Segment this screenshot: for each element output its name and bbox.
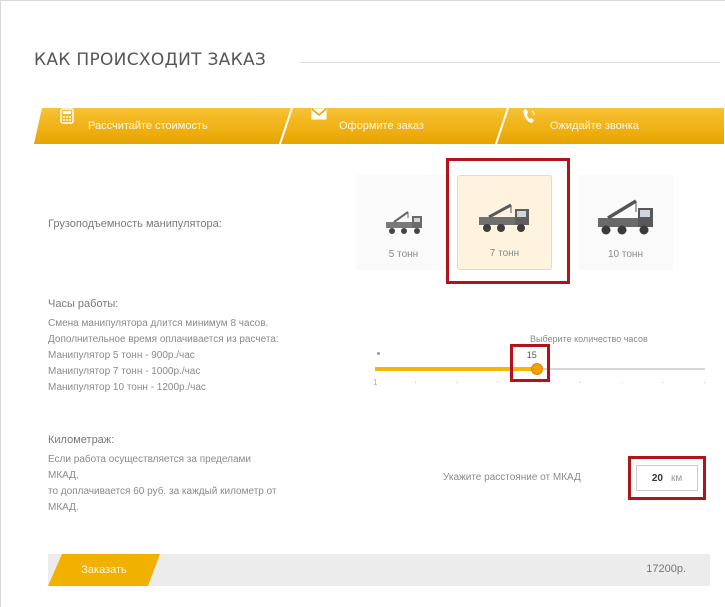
slider-tick: · <box>620 378 624 387</box>
step-order-label: Оформите заказ <box>339 120 424 132</box>
hours-line: Смена манипулятора длится минимум 8 часо… <box>48 318 269 329</box>
total-price: 17200р. <box>646 563 686 575</box>
capacity-option-label: 10 тонн <box>608 249 643 260</box>
steps-bar: Рассчитайте стоимость Оформите заказ Ожи… <box>34 108 724 144</box>
title-divider <box>300 62 720 63</box>
step-order[interactable]: Оформите заказ <box>311 108 424 144</box>
highlight-box-capacity <box>446 158 570 284</box>
hours-section: Часы работы: Смена манипулятора длится м… <box>48 296 279 396</box>
truck-icon <box>384 208 424 243</box>
phone-icon <box>522 109 540 135</box>
envelope-icon <box>311 108 329 135</box>
km-line: Если работа осуществляется за пределами <box>48 454 251 465</box>
step-calculate-label: Рассчитайте стоимость <box>88 120 208 132</box>
km-line: МКАД, <box>48 470 79 481</box>
hours-line: Манипулятор 7 тонн - 1000р./час <box>48 366 201 377</box>
slider-hint: Выберите количество часов <box>530 334 648 344</box>
slider-tick: · <box>579 378 582 387</box>
km-title: Километраж: <box>48 434 115 446</box>
hours-line: Манипулятор 5 тонн - 900р./час <box>48 350 195 361</box>
slider-tick-label: 1 <box>373 378 378 387</box>
capacity-option-10t[interactable]: 10 тонн <box>578 175 673 270</box>
slider-tick: · <box>661 378 665 387</box>
capacity-option-5t[interactable]: 5 тонн <box>356 175 451 270</box>
km-line: МКАД. <box>48 502 79 513</box>
capacity-option-label: 5 тонн <box>388 249 419 260</box>
km-input-label: Укажите расстояние от МКАД <box>443 472 581 483</box>
slider-tick: · <box>414 378 417 387</box>
step-calculate[interactable]: Рассчитайте стоимость <box>60 108 208 144</box>
slider-tick: · <box>455 378 459 387</box>
slider-tick: · <box>703 378 706 387</box>
hours-line: Дополнительное время оплачивается из рас… <box>48 334 279 345</box>
page-title: КАК ПРОИСХОДИТ ЗАКАЗ <box>34 50 267 70</box>
bottom-bar: Заказать 17200р. <box>48 554 710 586</box>
km-section: Километраж: Если работа осуществляется з… <box>48 432 277 516</box>
truck-icon <box>596 198 656 243</box>
step-call-label: Ожидайте звонка <box>550 120 639 132</box>
step-call[interactable]: Ожидайте звонка <box>522 108 639 144</box>
highlight-box-slider <box>510 344 550 382</box>
calculator-icon <box>60 108 78 135</box>
hours-title: Часы работы: <box>48 298 119 310</box>
hours-line: Манипулятор 10 тонн - 1200р./час <box>48 382 206 393</box>
km-line: то доплачивается 60 руб. за каждый килом… <box>48 486 277 497</box>
capacity-label: Грузоподъемность манипулятора: <box>48 218 222 230</box>
highlight-box-km <box>628 456 706 500</box>
slider-marker-dot <box>377 352 380 355</box>
order-button[interactable]: Заказать <box>48 554 160 586</box>
slider-tick: · <box>496 378 500 387</box>
